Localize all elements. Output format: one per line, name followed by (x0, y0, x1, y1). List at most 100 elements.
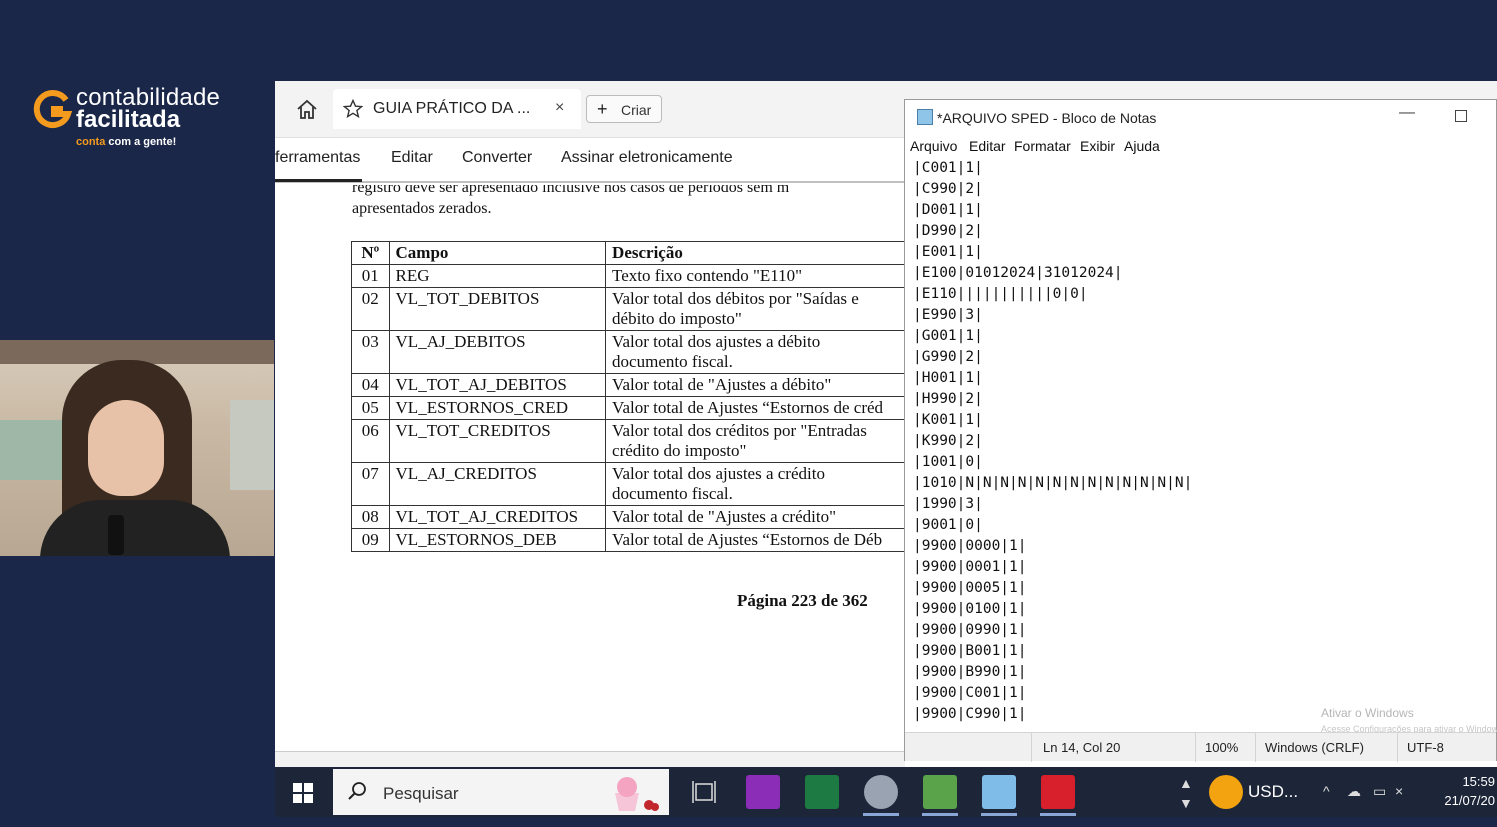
notepad-line: |D990|2| (913, 223, 983, 239)
notepad-line: |G001|1| (913, 328, 983, 344)
create-button[interactable]: + Criar (586, 95, 662, 123)
page-number: Página 223 de 362 (737, 591, 868, 610)
menu-editar[interactable]: Editar (969, 138, 1006, 154)
notepad-title: *ARQUIVO SPED - Bloco de Notas (937, 110, 1157, 126)
excel-icon[interactable] (805, 775, 839, 809)
tray-expand-icon[interactable]: ^ (1323, 783, 1330, 799)
paragraph-line: registro deve ser apresentado inclusive … (352, 185, 790, 196)
menu-arquivo[interactable]: Arquivo (910, 138, 957, 154)
network-icon[interactable]: ▭ (1373, 783, 1386, 800)
menu-ferramentas[interactable]: ferramentas (275, 149, 360, 167)
header-descricao: Descrição (605, 241, 905, 265)
brand-logo-block: contabilidade facilitada conta com a gen… (32, 84, 262, 154)
cell-descricao: Valor total dos ajustes a débito document… (605, 330, 905, 374)
webcam-feed (0, 340, 274, 556)
pdf-page-content: registro deve ser apresentado inclusive … (275, 185, 905, 751)
cell-descricao: Valor total de "Ajustes a crédito" (605, 505, 905, 529)
notepad-menu-bar: Arquivo Editar Formatar Exibir Ajuda (905, 136, 1496, 158)
cell-campo: REG (388, 264, 607, 288)
search-icon (348, 782, 366, 800)
notepad-line: |E001|1| (913, 244, 983, 260)
cell-descricao: Texto fixo contendo "E110" (605, 264, 905, 288)
cell-campo: VL_ESTORNOS_DEB (388, 528, 607, 552)
status-line-ending: Windows (CRLF) (1265, 740, 1364, 755)
menu-converter[interactable]: Converter (462, 149, 532, 167)
notepad-line: |K001|1| (913, 412, 983, 428)
table-row: 04 VL_TOT_AJ_DEBITOS Valor total de "Aju… (351, 373, 905, 397)
cell-campo: VL_TOT_AJ_CREDITOS (388, 505, 607, 529)
notepad-line: |K990|2| (913, 433, 983, 449)
currency-widget-icon[interactable] (1209, 775, 1243, 809)
cell-descricao: Valor total dos débitos por "Saídas e déb… (605, 287, 905, 331)
notepad-line: |C001|1| (913, 160, 983, 176)
cell-descricao: Valor total de Ajustes “Estornos de créd (605, 396, 905, 420)
onenote-icon[interactable] (746, 775, 780, 809)
table-row: 05 VL_ESTORNOS_CRED Valor total de Ajust… (351, 396, 905, 420)
cell-number: 05 (351, 396, 390, 420)
cell-campo: VL_ESTORNOS_CRED (388, 396, 607, 420)
maximize-icon[interactable] (1455, 110, 1467, 122)
brand-logo-icon (33, 90, 72, 129)
cell-number: 07 (351, 462, 390, 506)
header-number: Nº (351, 241, 390, 265)
brand-tagline: conta com a gente! (76, 136, 177, 148)
notepad-taskbar-icon[interactable] (982, 775, 1016, 809)
cell-number: 06 (351, 419, 390, 463)
cell-campo: VL_AJ_CREDITOS (388, 462, 607, 506)
taskbar-search-box[interactable]: Pesquisar (333, 769, 669, 815)
home-icon[interactable] (295, 98, 319, 122)
notepad-line: |9900|0005|1| (913, 580, 1027, 596)
notepad-window: *ARQUIVO SPED - Bloco de Notas — Arquivo… (904, 99, 1497, 762)
windows-start-icon[interactable] (293, 783, 313, 803)
currency-widget-label[interactable]: USD... (1248, 782, 1298, 802)
notepad-title-bar: *ARQUIVO SPED - Bloco de Notas — (905, 100, 1496, 134)
cell-number: 02 (351, 287, 390, 331)
star-icon[interactable] (343, 99, 363, 119)
register-fields-table: Nº Campo Descrição 01 REG Texto fixo con… (351, 241, 905, 552)
app-icon[interactable] (864, 775, 898, 809)
active-tab-indicator (275, 179, 362, 182)
notepad-text-area[interactable]: |C001|1| |C990|2| |D001|1| |D990|2| |E001|1|… (913, 158, 1483, 730)
notepad-line: |G990|2| (913, 349, 983, 365)
menu-assinar[interactable]: Assinar eletronicamente (561, 149, 733, 167)
cell-campo: VL_TOT_DEBITOS (388, 287, 607, 331)
activation-watermark: Ativar o Windows (1321, 706, 1414, 720)
menu-ajuda[interactable]: Ajuda (1124, 138, 1160, 154)
cell-descricao: Valor total dos créditos por "Entradas cr… (605, 419, 905, 463)
minimize-icon[interactable]: — (1399, 104, 1415, 122)
notepad-line: |9900|0000|1| (913, 538, 1027, 554)
status-zoom: 100% (1205, 740, 1239, 755)
scroll-up-icon[interactable]: ▲ (1179, 775, 1193, 791)
tab-title: GUIA PRÁTICO DA ... (373, 100, 531, 117)
table-row: 03 VL_AJ_DEBITOS Valor total dos ajustes… (351, 330, 905, 374)
cupcake-icon (615, 777, 659, 811)
cell-descricao: Valor total de "Ajustes a débito" (605, 373, 905, 397)
table-row: 06 VL_TOT_CREDITOS Valor total dos crédi… (351, 419, 905, 463)
menu-formatar[interactable]: Formatar (1014, 138, 1071, 154)
notepad-line: |H990|2| (913, 391, 983, 407)
notepad-line: |9900|0990|1| (913, 622, 1027, 638)
paragraph-line: apresentados zerados. (352, 200, 492, 217)
cell-campo: VL_AJ_DEBITOS (388, 330, 607, 374)
volume-muted-icon[interactable]: × (1395, 783, 1403, 799)
menu-exibir[interactable]: Exibir (1080, 138, 1115, 154)
table-header-row: Nº Campo Descrição (351, 241, 905, 265)
cell-number: 08 (351, 505, 390, 529)
pdf-document-tab[interactable]: GUIA PRÁTICO DA ... × (333, 89, 581, 129)
app-icon[interactable] (923, 775, 957, 809)
cell-descricao: Valor total de Ajustes “Estornos de Déb (605, 528, 905, 552)
scroll-down-icon[interactable]: ▼ (1179, 795, 1193, 811)
notepad-line: |9900|B001|1| (913, 643, 1027, 659)
taskbar-clock[interactable]: 15:59 21/07/20 (1435, 772, 1495, 810)
app-icon[interactable] (1041, 775, 1075, 809)
notepad-line: |E100|01012024|31012024| (913, 265, 1123, 281)
cell-number: 09 (351, 528, 390, 552)
status-encoding: UTF-8 (1407, 740, 1444, 755)
notepad-line: |C990|2| (913, 181, 983, 197)
task-view-icon[interactable] (687, 775, 721, 809)
close-icon[interactable]: × (555, 99, 564, 117)
cell-number: 03 (351, 330, 390, 374)
cell-number: 01 (351, 264, 390, 288)
cloud-icon[interactable]: ☁ (1347, 783, 1361, 800)
menu-editar[interactable]: Editar (391, 149, 433, 167)
